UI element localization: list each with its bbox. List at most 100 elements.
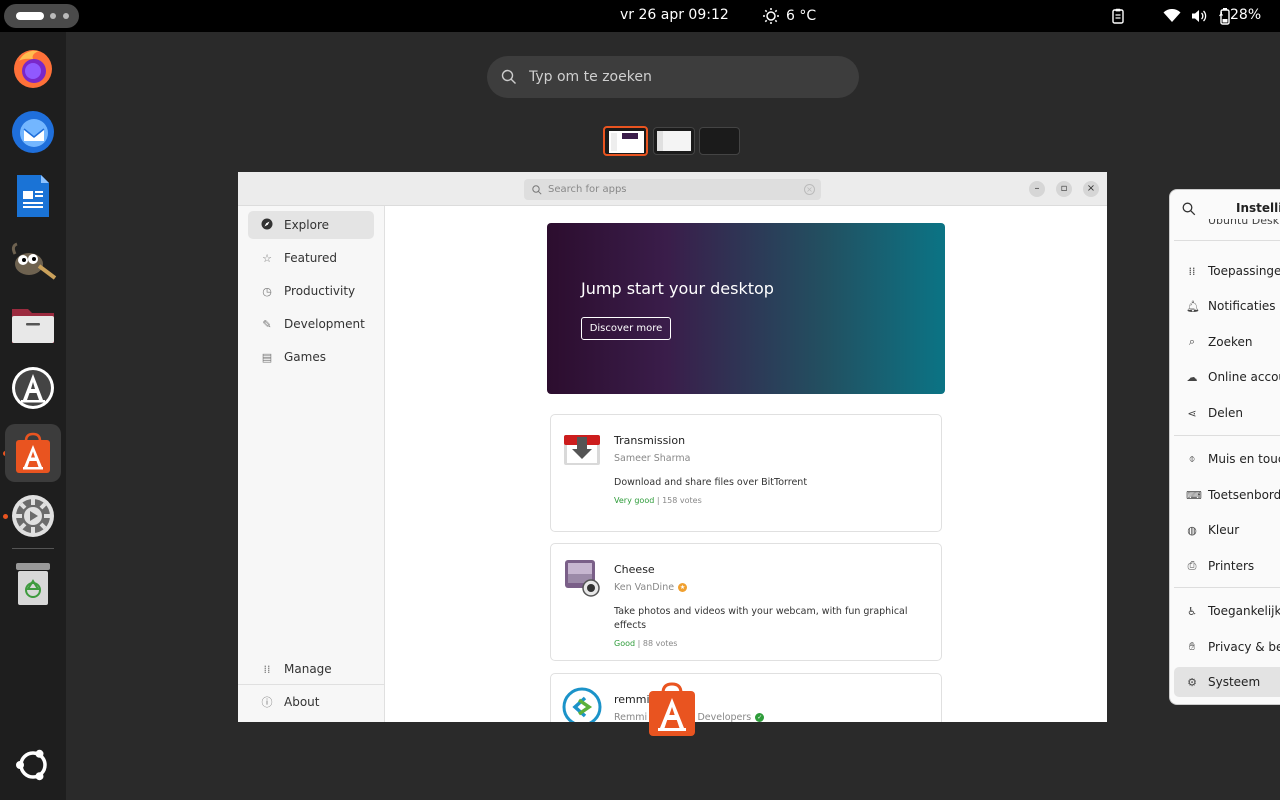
app-description: Take photos and videos with your webcam,… — [614, 606, 908, 631]
settings-item-toegankelijkheid[interactable]: ♿︎Toegankelijkh — [1174, 596, 1280, 626]
close-button[interactable]: × — [1083, 181, 1099, 197]
dock-libreoffice-writer[interactable] — [8, 171, 58, 221]
nav-label: Productivity — [284, 284, 356, 298]
show-apps-button[interactable] — [8, 740, 58, 790]
settings-item-zoeken[interactable]: ⌕ Zoeken — [1174, 327, 1280, 357]
settings-item-toepassingen[interactable]: ⁞⁞Toepassingen — [1174, 256, 1280, 286]
dock — [0, 32, 66, 800]
banner-title: Jump start your desktop — [581, 279, 774, 298]
nav-label: Featured — [284, 251, 337, 265]
clock-icon: ◷ — [262, 284, 272, 298]
nav-games[interactable]: ▤ Games — [248, 343, 374, 371]
grid-icon: ⁞⁞ — [263, 662, 271, 676]
settings-title: Instellin — [1236, 201, 1280, 215]
app-card-transmission[interactable]: Transmission Sameer Sharma Download and … — [550, 414, 942, 532]
top-bar: vr 26 apr 09:12 6 °C 28% — [0, 0, 1280, 32]
dock-files[interactable] — [8, 299, 58, 349]
transmission-icon — [564, 435, 600, 465]
app-card-remmina[interactable]: remmi Remmi m Developers ✓ — [550, 673, 942, 722]
app-card-cheese[interactable]: Cheese Ken VanDine ★ Take photos and vid… — [550, 543, 942, 661]
weather-sun-icon — [763, 8, 779, 24]
search-icon — [532, 184, 542, 195]
grid-icon: ⁞⁞ — [1188, 264, 1196, 278]
app-rating: Good | 88 votes — [614, 639, 677, 648]
clear-search-icon[interactable]: × — [804, 184, 815, 195]
vote-count: | 88 votes — [637, 639, 678, 648]
settings-window[interactable]: Instellin Ubuntu Deskt ⁞⁞Toepassingen 🔔︎… — [1169, 189, 1280, 705]
search-icon — [501, 69, 516, 84]
gamepad-icon: ▤ — [261, 350, 273, 364]
wifi-icon — [1163, 9, 1181, 22]
battery-percentage: 28% — [1230, 7, 1262, 23]
app-center-icon — [16, 432, 50, 473]
gimp-icon — [11, 242, 57, 280]
app-name: remmi — [614, 693, 650, 706]
nav-explore[interactable]: Explore — [248, 211, 374, 239]
minimize-button[interactable]: – — [1029, 181, 1045, 197]
workspace-thumbnail-2[interactable] — [653, 127, 695, 155]
discover-more-button[interactable]: Discover more — [581, 317, 671, 340]
nav-label: Development — [284, 317, 365, 331]
dock-settings[interactable] — [8, 491, 58, 541]
printer-icon: ⎙ — [1187, 559, 1197, 572]
settings-item-online-accounts[interactable]: ☁ Online accou — [1174, 362, 1280, 392]
cloud-icon: ☁ — [1186, 370, 1198, 384]
dock-app-center[interactable] — [5, 424, 61, 482]
nav-featured[interactable]: ☆ Featured — [248, 244, 374, 272]
nav-productivity[interactable]: ◷ Productivity — [248, 277, 374, 305]
star-developer-icon: ★ — [678, 583, 688, 592]
settings-item-printers[interactable]: ⎙ Printers — [1174, 551, 1280, 581]
verified-icon: ✓ — [755, 713, 765, 722]
nav-label: About — [284, 695, 320, 709]
activities-button[interactable] — [4, 4, 79, 28]
weather-indicator[interactable]: 6 °C — [762, 6, 816, 26]
workspace-indicator-active — [16, 12, 44, 20]
clock[interactable]: vr 26 apr 09:12 — [620, 7, 729, 23]
app-search-input[interactable] — [548, 184, 798, 195]
settings-item-partial[interactable]: Ubuntu Deskt — [1208, 219, 1280, 229]
rating-label: Good — [614, 639, 636, 648]
settings-item-kleur[interactable]: ◍ Kleur — [1174, 515, 1280, 545]
settings-item-privacy[interactable]: ✋︎Privacy & bev — [1174, 632, 1280, 662]
settings-item-muis[interactable]: ⌽Muis en touch — [1174, 444, 1280, 474]
clipboard-icon[interactable] — [1110, 8, 1126, 24]
dock-trash[interactable] — [8, 559, 58, 609]
dock-gimp[interactable] — [8, 235, 58, 285]
settings-item-delen[interactable]: ⋖ Delen — [1174, 398, 1280, 428]
window-header: × – ▫ × — [238, 172, 1107, 206]
workspace-indicator — [63, 13, 69, 19]
dock-software-updater[interactable] — [8, 363, 58, 413]
sidebar-divider — [238, 684, 385, 685]
gear-icon: ⚙ — [1187, 675, 1197, 689]
workspace-thumbnail-1[interactable] — [603, 126, 648, 156]
star-icon: ☆ — [262, 251, 272, 265]
trash-icon — [16, 563, 50, 605]
settings-item-notificaties[interactable]: 🔔︎ Notificaties — [1174, 291, 1280, 321]
sidebar: Explore ☆ Featured ◷ Productivity ✎ Deve… — [238, 206, 385, 722]
promo-banner: Jump start your desktop Discover more — [547, 223, 945, 394]
settings-item-systeem[interactable]: ⚙ Systeem — [1174, 667, 1280, 697]
nav-development[interactable]: ✎ Development — [248, 310, 374, 338]
software-updater-icon — [12, 367, 54, 409]
search-icon[interactable] — [1182, 202, 1196, 216]
overview-search[interactable] — [487, 56, 859, 98]
nav-manage[interactable]: ⁞⁞ Manage — [248, 655, 374, 683]
overview-search-input[interactable] — [529, 69, 829, 85]
vote-count: | 158 votes — [656, 496, 702, 505]
firefox-icon — [14, 50, 52, 88]
dock-thunderbird[interactable] — [8, 107, 58, 157]
app-search[interactable]: × — [524, 179, 821, 200]
settings-divider — [1174, 587, 1280, 588]
app-center-window[interactable]: × – ▫ × Explore ☆ Featured ◷ Productivit… — [238, 172, 1107, 722]
app-rating: Very good | 158 votes — [614, 496, 702, 505]
settings-divider — [1174, 435, 1280, 436]
settings-item-toetsenbord[interactable]: ⌨ Toetsenbord — [1174, 480, 1280, 510]
dock-firefox[interactable] — [8, 43, 58, 93]
keyboard-icon: ⌨ — [1186, 488, 1202, 502]
nav-label: Manage — [284, 662, 332, 676]
nav-about[interactable]: ⓘ About — [248, 688, 374, 716]
workspace-thumbnail-3[interactable] — [699, 127, 740, 155]
volume-icon — [1192, 10, 1207, 22]
maximize-button[interactable]: ▫ — [1056, 181, 1072, 197]
writer-icon — [17, 175, 49, 217]
